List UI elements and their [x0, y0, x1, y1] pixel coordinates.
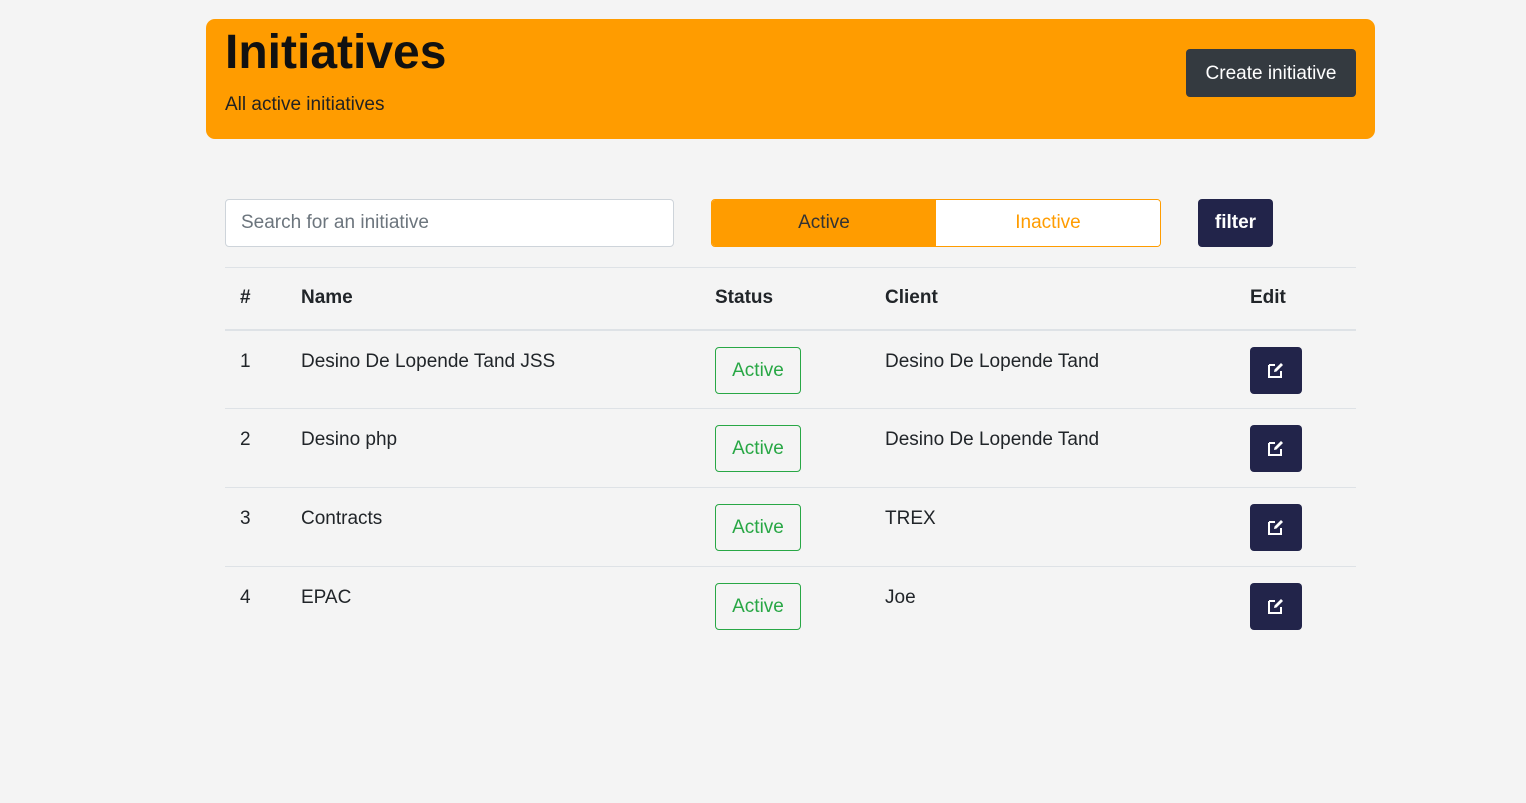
toggle-inactive-button[interactable]: Inactive — [936, 200, 1160, 246]
column-header-name: Name — [301, 287, 353, 309]
column-header-edit: Edit — [1250, 287, 1286, 309]
edit-icon — [1268, 441, 1283, 456]
row-client: TREX — [885, 508, 936, 529]
column-header-status: Status — [715, 287, 774, 309]
row-client: Joe — [885, 587, 916, 608]
row-number: 2 — [240, 429, 251, 450]
column-header-client: Client — [885, 287, 938, 309]
filter-button[interactable]: filter — [1198, 199, 1273, 247]
page-subtitle: All active initiatives — [225, 94, 385, 115]
table-row: 3 Contracts Active TREX — [225, 488, 1356, 567]
status-badge: Active — [715, 346, 801, 394]
row-number: 3 — [240, 508, 251, 529]
create-initiative-button[interactable]: Create initiative — [1186, 49, 1356, 97]
status-badge: Active — [715, 583, 801, 630]
status-toggle: Active Inactive — [711, 199, 1161, 247]
row-name: Desino php — [301, 429, 398, 450]
column-header-num: # — [240, 287, 251, 309]
row-name: Contracts — [301, 508, 383, 529]
search-input[interactable] — [225, 199, 674, 247]
edit-button[interactable] — [1250, 583, 1302, 630]
table-row: 1 Desino De Lopende Tand JSS Active Desi… — [225, 330, 1356, 409]
edit-button[interactable] — [1250, 504, 1302, 551]
edit-button[interactable] — [1250, 346, 1302, 394]
row-name: Desino De Lopende Tand JSS — [301, 350, 556, 372]
toggle-active-button[interactable]: Active — [712, 200, 936, 246]
row-client: Desino De Lopende Tand — [885, 350, 1100, 372]
edit-icon — [1268, 520, 1283, 535]
table-row: 4 EPAC Active Joe — [225, 567, 1356, 646]
row-name: EPAC — [301, 587, 352, 608]
row-client: Desino De Lopende Tand — [885, 429, 1100, 450]
status-badge: Active — [715, 504, 801, 551]
edit-icon — [1268, 599, 1283, 614]
edit-button[interactable] — [1250, 425, 1302, 472]
row-number: 4 — [240, 587, 251, 608]
status-badge: Active — [715, 425, 801, 472]
table-header-row: # Name Status Client Edit — [225, 267, 1356, 330]
table-row: 2 Desino php Active Desino De Lopende Ta… — [225, 409, 1356, 488]
initiatives-table: # Name Status Client Edit 1 Desino De Lo… — [225, 267, 1356, 646]
edit-icon — [1268, 362, 1283, 378]
row-number: 1 — [240, 350, 251, 372]
page-title: Initiatives — [225, 26, 447, 79]
page-header: Initiatives All active initiatives Creat… — [206, 19, 1375, 139]
